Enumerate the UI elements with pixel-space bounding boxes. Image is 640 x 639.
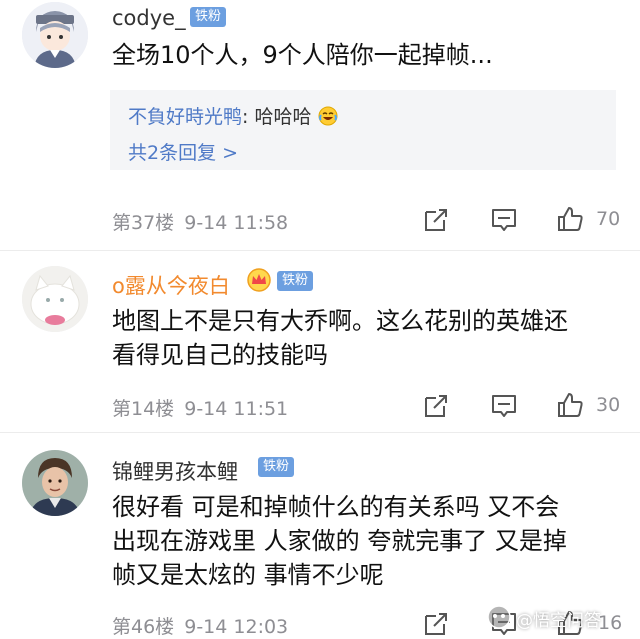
- comment-text: 很好看 可是和掉帧什么的有关系吗 又不会 出现在游戏里 人家做的 夸就完事了 又…: [112, 490, 632, 592]
- divider: [0, 432, 640, 433]
- username[interactable]: o露从今夜白: [112, 270, 230, 300]
- comment-text: 地图上不是只有大乔啊。这么花别的英雄还 看得见自己的技能吗: [112, 304, 632, 372]
- laughing-crying-emoji-icon: [318, 106, 338, 126]
- avatar[interactable]: [22, 2, 88, 68]
- fan-badge: 铁粉: [277, 271, 314, 291]
- comment-text-line: 帧又是太炫的 事情不少呢: [112, 561, 384, 589]
- like-count: 70: [596, 208, 621, 230]
- comment-reply-icon[interactable]: [490, 392, 518, 420]
- wukong-logo-icon: [487, 605, 511, 629]
- fan-badge: 铁粉: [190, 7, 227, 27]
- watermark: @悟空问答: [480, 596, 640, 638]
- timestamp: 9-14 12:03: [184, 616, 289, 638]
- share-icon[interactable]: [422, 610, 450, 638]
- thumbs-up-icon[interactable]: [556, 205, 584, 233]
- reply-text: 哈哈哈: [254, 106, 312, 128]
- reply-count-link[interactable]: 共2条回复 >: [128, 138, 238, 165]
- reply-line: 不負好時光鸭: 哈哈哈: [128, 102, 338, 129]
- divider: [0, 250, 640, 251]
- comment-meta: 第14楼 9-14 11:51: [112, 394, 288, 421]
- like-count: 30: [596, 394, 621, 416]
- share-icon[interactable]: [422, 392, 450, 420]
- floor-number: 第14楼: [112, 398, 175, 420]
- comment-item: codye_ 铁粉 全场10个人，9个人陪你一起掉帧... 不負好時光鸭: 哈哈…: [0, 0, 640, 240]
- reply-preview[interactable]: 不負好時光鸭: 哈哈哈 共2条回复 >: [110, 90, 616, 170]
- fan-badge: 铁粉: [258, 457, 295, 477]
- comment-text-line: 很好看 可是和掉帧什么的有关系吗 又不会: [112, 493, 560, 521]
- reply-username[interactable]: 不負好時光鸭: [128, 106, 242, 128]
- comment-meta: 第46楼 9-14 12:03: [112, 612, 288, 639]
- thumbs-up-icon[interactable]: [556, 391, 584, 419]
- comment-item: o露从今夜白 铁粉 地图上不是只有大乔啊。这么花别的英雄还 看得见自己的技能吗 …: [0, 252, 640, 432]
- username[interactable]: 锦鲤男孩本鲤: [112, 456, 238, 486]
- reply-colon: :: [242, 106, 255, 128]
- comment-reply-icon[interactable]: [490, 206, 518, 234]
- watermark-text: @悟空问答: [516, 611, 601, 631]
- timestamp: 9-14 11:51: [184, 398, 289, 420]
- avatar[interactable]: [22, 266, 88, 332]
- avatar[interactable]: [22, 450, 88, 516]
- comment-text: 全场10个人，9个人陪你一起掉帧...: [112, 41, 493, 69]
- floor-number: 第37楼: [112, 212, 175, 234]
- comment-text-line: 看得见自己的技能吗: [112, 341, 328, 369]
- timestamp: 9-14 11:58: [184, 212, 289, 234]
- comment-meta: 第37楼 9-14 11:58: [112, 208, 288, 235]
- floor-number: 第46楼: [112, 616, 175, 638]
- vip-crown-icon: [247, 268, 271, 292]
- share-icon[interactable]: [422, 206, 450, 234]
- comment-text-line: 出现在游戏里 人家做的 夸就完事了 又是掉: [112, 527, 567, 555]
- username[interactable]: codye_: [112, 6, 186, 30]
- comment-text-line: 地图上不是只有大乔啊。这么花别的英雄还: [112, 307, 568, 335]
